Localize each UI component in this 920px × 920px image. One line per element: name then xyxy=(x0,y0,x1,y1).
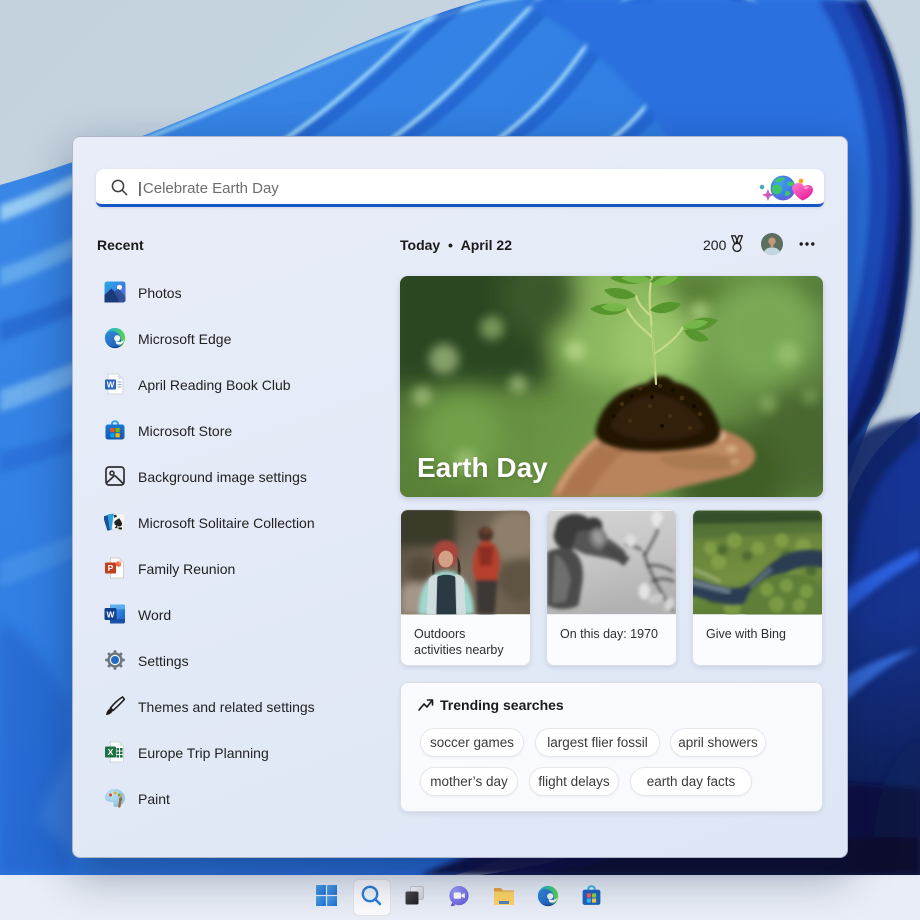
svg-text:P: P xyxy=(108,563,114,573)
svg-text:W: W xyxy=(106,609,115,619)
svg-text:X: X xyxy=(108,747,114,757)
svg-text:W: W xyxy=(107,381,115,390)
